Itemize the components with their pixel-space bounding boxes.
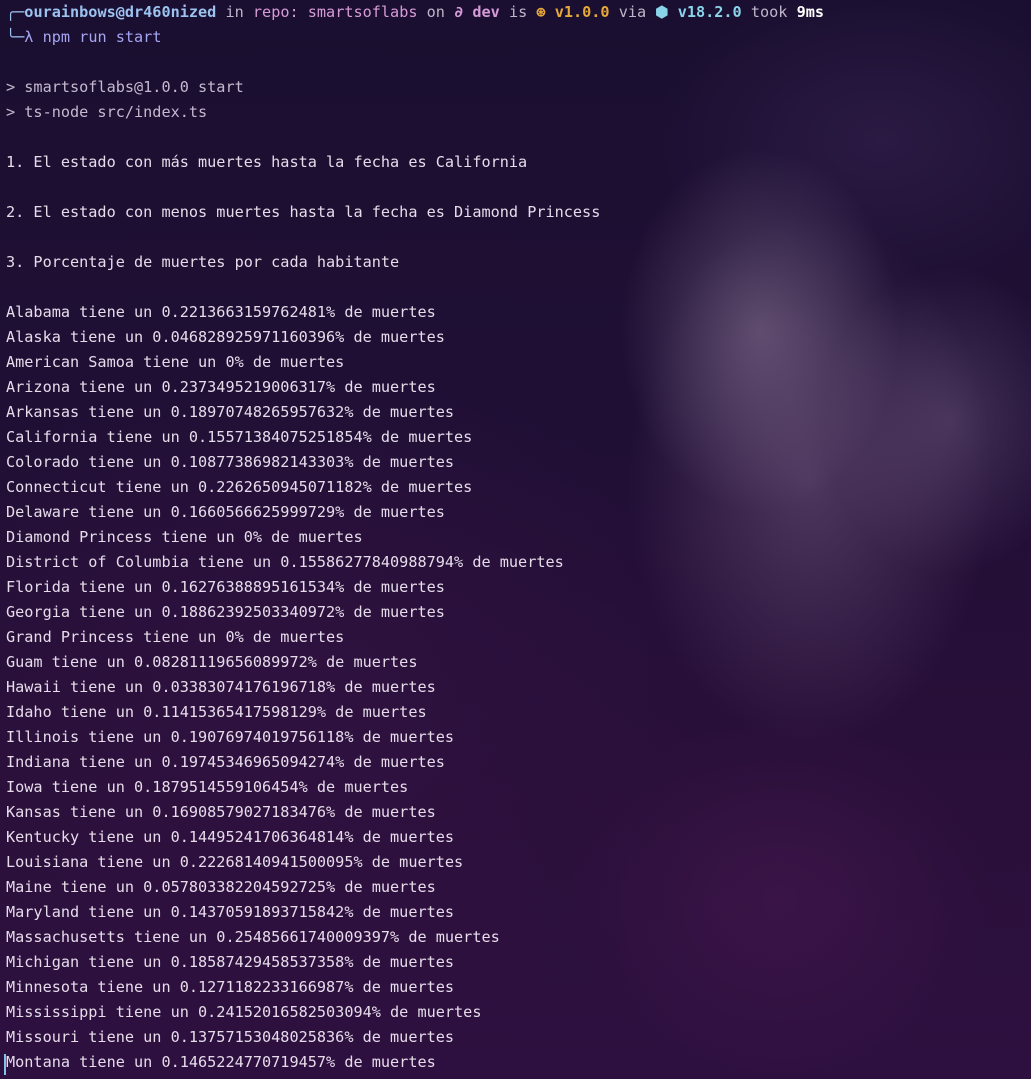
prompt-package-version: v1.0.0: [545, 3, 610, 21]
prompt-duration: 9ms: [796, 3, 825, 21]
output-line: Florida tiene un 0.16276388895161534% de…: [6, 578, 445, 596]
output-line: Missouri tiene un 0.13757153048025836% d…: [6, 1028, 455, 1046]
entered-command: npm run start: [33, 28, 162, 46]
prompt-on-word: on: [417, 3, 455, 21]
output-line: Alabama tiene un 0.2213663159762481% de …: [6, 303, 436, 321]
output-line: Illinois tiene un 0.19076974019756118% d…: [6, 728, 455, 746]
output-line: Minnesota tiene un 0.1271182233166987% d…: [6, 978, 455, 996]
output-line: Guam tiene un 0.08281119656089972% de mu…: [6, 653, 418, 671]
output-line: Colorado tiene un 0.10877386982143303% d…: [6, 453, 455, 471]
result-line: 3. Porcentaje de muertes por cada habita…: [6, 253, 400, 271]
output-line: Indiana tiene un 0.19745346965094274% de…: [6, 753, 445, 771]
output-line: Louisiana tiene un 0.22268140941500095% …: [6, 853, 464, 871]
terminal-cursor: [4, 1054, 6, 1075]
npm-script-line: > ts-node src/index.ts: [6, 103, 208, 121]
output-line: Massachusetts tiene un 0.254856617400093…: [6, 928, 500, 946]
output-line: Montana tiene un 0.1465224770719457% de …: [6, 1053, 436, 1071]
prompt-in-word: in: [216, 3, 253, 21]
output-line: American Samoa tiene un 0% de muertes: [6, 353, 345, 371]
prompt-repo: repo: smartsoflabs: [252, 3, 418, 21]
prompt-user-host: ourainbows@dr460nized: [24, 3, 217, 21]
output-line: Maine tiene un 0.057803382204592725% de …: [6, 878, 436, 896]
output-line: District of Columbia tiene un 0.15586277…: [6, 553, 564, 571]
output-line: Maryland tiene un 0.14370591893715842% d…: [6, 903, 455, 921]
output-line: Idaho tiene un 0.11415365417598129% de m…: [6, 703, 427, 721]
result-line: 2. El estado con menos muertes hasta la …: [6, 203, 601, 221]
prompt-node-version: v18.2.0: [668, 3, 742, 21]
prompt-via-word: via: [609, 3, 656, 21]
output-line: Connecticut tiene un 0.2262650945071182%…: [6, 478, 473, 496]
output-line: Arizona tiene un 0.2373495219006317% de …: [6, 378, 436, 396]
output-line: Iowa tiene un 0.1879514559106454% de mue…: [6, 778, 409, 796]
output-line: Delaware tiene un 0.1660566625999729% de…: [6, 503, 445, 521]
prompt-branch: dev: [463, 3, 500, 21]
output-line: Hawaii tiene un 0.03383074176196718% de …: [6, 678, 436, 696]
prompt-frame-top: ╭─: [6, 3, 25, 21]
npm-script-line: > smartsoflabs@1.0.0 start: [6, 78, 244, 96]
output-line: Grand Princess tiene un 0% de muertes: [6, 628, 345, 646]
nodejs-icon: ⬢: [655, 3, 669, 21]
output-line: Mississippi tiene un 0.24152016582503094…: [6, 1003, 482, 1021]
output-line: Georgia tiene un 0.18862392503340972% de…: [6, 603, 445, 621]
terminal-window[interactable]: ╭─ourainbows@dr460nized in repo: smartso…: [0, 0, 1031, 1079]
prompt-took-word: took: [741, 3, 797, 21]
output-line: Kansas tiene un 0.16908579027183476% de …: [6, 803, 436, 821]
prompt-line: ╭─ourainbows@dr460nized in repo: smartso…: [6, 0, 1031, 25]
command-line: ╰─λ npm run start: [6, 25, 1031, 50]
output-line: Diamond Princess tiene un 0% de muertes: [6, 528, 363, 546]
git-branch-icon: ∂: [454, 3, 464, 21]
prompt-frame-bottom: ╰─: [6, 28, 25, 46]
output-line: Arkansas tiene un 0.18970748265957632% d…: [6, 403, 455, 421]
package-icon: ⊛: [536, 3, 546, 21]
prompt-is-word: is: [499, 3, 537, 21]
output-line: California tiene un 0.15571384075251854%…: [6, 428, 473, 446]
percentage-list: Alabama tiene un 0.2213663159762481% de …: [6, 300, 1031, 1075]
output-line: Kentucky tiene un 0.14495241706364814% d…: [6, 828, 455, 846]
output-line: Michigan tiene un 0.18587429458537358% d…: [6, 953, 455, 971]
result-line: 1. El estado con más muertes hasta la fe…: [6, 153, 528, 171]
output-line: Alaska tiene un 0.046828925971160396% de…: [6, 328, 445, 346]
